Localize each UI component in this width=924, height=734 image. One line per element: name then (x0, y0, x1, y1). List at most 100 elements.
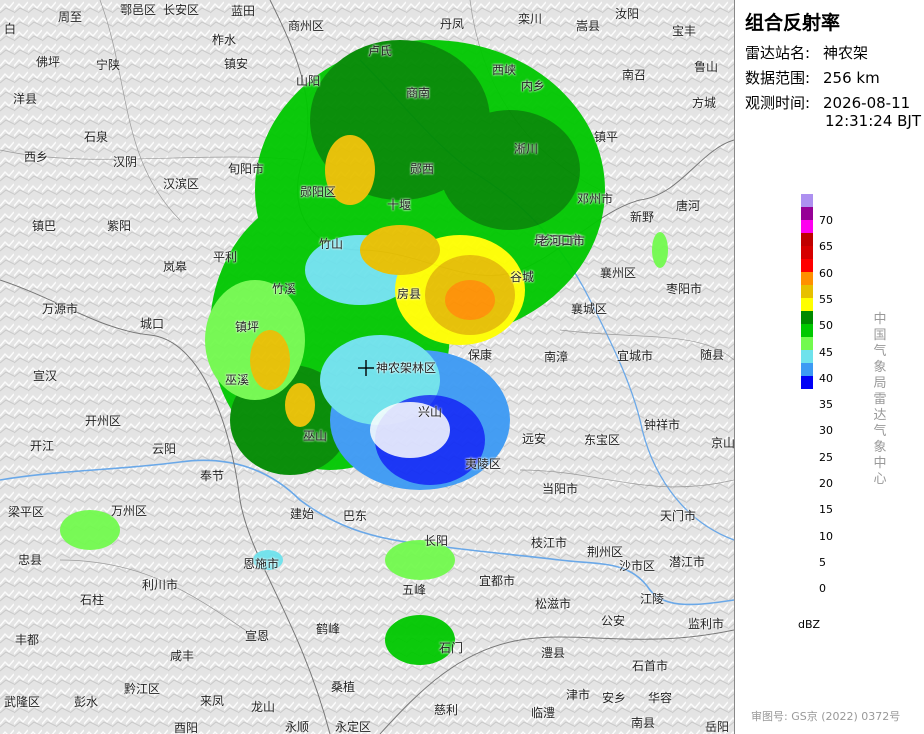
place-label: 南漳 (544, 350, 569, 364)
place-label: 华容 (648, 691, 673, 705)
legend-tick-label: 35 (819, 398, 833, 412)
place-label: 梁平区 (8, 505, 45, 519)
place-label: 竹山 (319, 237, 344, 251)
legend-color-swatch (801, 233, 813, 246)
place-label: 岳阳 (705, 720, 730, 734)
place-label: 公安 (601, 614, 626, 628)
place-label: 宜城市 (617, 349, 654, 363)
place-label: 西乡 (24, 150, 49, 164)
place-label: 栾川 (518, 12, 543, 26)
place-label: 洋县 (13, 92, 38, 106)
place-label: 石首市 (632, 659, 669, 673)
place-label: 汉滨区 (163, 177, 200, 191)
place-label: 沙市区 (619, 559, 656, 573)
place-label: 澧县 (541, 646, 566, 660)
place-label: 夷陵区 (465, 457, 502, 471)
place-label: 卢氏 (368, 44, 393, 58)
legend-tick-label: 55 (819, 292, 833, 306)
station-value: 神农架 (823, 44, 869, 62)
place-label: 远安 (522, 432, 547, 446)
legend-color-swatch (801, 272, 813, 285)
place-label: 临澧 (531, 706, 556, 720)
time-date: 2026-08-11 (823, 94, 911, 112)
legend-tick-label: 0 (819, 582, 826, 596)
place-label: 龙山 (251, 700, 276, 714)
place-label: 兴山 (418, 405, 443, 419)
place-label: 襄州区 (600, 266, 637, 280)
product-title: 组合反射率 (745, 12, 841, 34)
place-label: 内乡 (521, 79, 546, 93)
place-label: 万源市 (42, 302, 79, 316)
place-label: 开江 (30, 439, 55, 453)
place-label: 郧西 (410, 162, 435, 176)
legend-color-swatch (801, 220, 813, 233)
legend-tick-label: 70 (819, 214, 833, 227)
place-label: 鄠邑区 (120, 3, 157, 17)
place-label: 汉阴 (113, 155, 138, 169)
place-label: 枣阳市 (666, 282, 703, 296)
place-label: 建始 (290, 507, 315, 521)
place-label: 石泉 (84, 130, 109, 144)
place-label: 山阳 (296, 74, 321, 88)
place-label: 安乡 (602, 691, 627, 705)
place-label: 丰都 (15, 633, 40, 647)
range-value: 256 km (823, 69, 880, 87)
place-label: 淅川 (514, 142, 539, 156)
place-label: 鹤峰 (316, 622, 341, 636)
place-label: 石门 (439, 641, 464, 655)
legend-tick-label: 65 (819, 240, 833, 254)
place-label: 黔江区 (124, 682, 161, 696)
color-legend (801, 194, 813, 389)
place-label: 潜江市 (669, 555, 706, 569)
legend-tick-label: 45 (819, 345, 833, 359)
place-label: 新野 (630, 210, 655, 224)
legend-color-swatch (801, 207, 813, 220)
place-label: 监利市 (688, 617, 725, 631)
place-label: 彭水 (74, 695, 99, 709)
place-label: 利川市 (142, 578, 179, 592)
radar-map[interactable]: 白 周至 鄠邑区 长安区 蓝田 商州区 丹凤 栾川 嵩县 汝阳 宝丰 佛坪 宁陕… (0, 0, 735, 734)
place-label: 房县 (397, 287, 422, 301)
legend-color-swatch (801, 337, 813, 350)
place-label: 周至 (58, 10, 83, 24)
time-label: 观测时间: (745, 94, 811, 112)
place-label: 开州区 (85, 414, 122, 428)
place-label: 枝江市 (531, 536, 568, 550)
legend-color-swatch (801, 363, 813, 376)
legend-tick-label: 20 (819, 477, 833, 490)
legend-color-swatch (801, 324, 813, 337)
place-label: 武隆区 (4, 695, 41, 709)
review-number: 审图号: GS京 (2022) 0372号 (751, 710, 901, 723)
place-label: 钟祥市 (644, 418, 681, 432)
place-label: 宣汉 (33, 369, 58, 383)
place-label: 随县 (700, 348, 725, 362)
place-label: 宜都市 (479, 574, 516, 588)
place-label: 来凤 (200, 694, 225, 708)
place-label: 十堰 (387, 198, 412, 212)
place-label: 江陵 (640, 592, 665, 606)
legend-color-swatch (801, 246, 813, 259)
legend-color-swatch (801, 350, 813, 363)
place-label: 宣恩 (245, 629, 270, 643)
place-label: 镇坪 (235, 320, 260, 334)
place-label: 松滋市 (535, 597, 572, 611)
legend-tick-label: 50 (819, 319, 833, 333)
place-label: 永顺 (285, 720, 310, 734)
place-label: 神农架林区 (376, 361, 437, 375)
place-label: 柞水 (212, 33, 237, 47)
place-label: 万州区 (111, 504, 148, 518)
place-label: 白 (4, 22, 17, 36)
place-label: 东宝区 (584, 433, 621, 447)
agency-vertical-label: 中国气象局雷达气象中心 (873, 312, 887, 487)
legend-color-swatch (801, 194, 813, 207)
place-label: 南召 (622, 68, 647, 82)
place-label: 永定区 (335, 720, 372, 734)
place-label: 酉阳 (174, 721, 199, 734)
place-label: 慈利 (434, 703, 459, 717)
legend-tick-label: 5 (819, 555, 826, 569)
range-row: 数据范围: 256 km (745, 67, 880, 88)
place-label: 城口 (140, 317, 165, 331)
radar-product-view: 白 周至 鄠邑区 长安区 蓝田 商州区 丹凤 栾川 嵩县 汝阳 宝丰 佛坪 宁陕… (0, 0, 924, 734)
legend-tick-label: 25 (819, 450, 833, 464)
legend-color-swatch (801, 285, 813, 298)
